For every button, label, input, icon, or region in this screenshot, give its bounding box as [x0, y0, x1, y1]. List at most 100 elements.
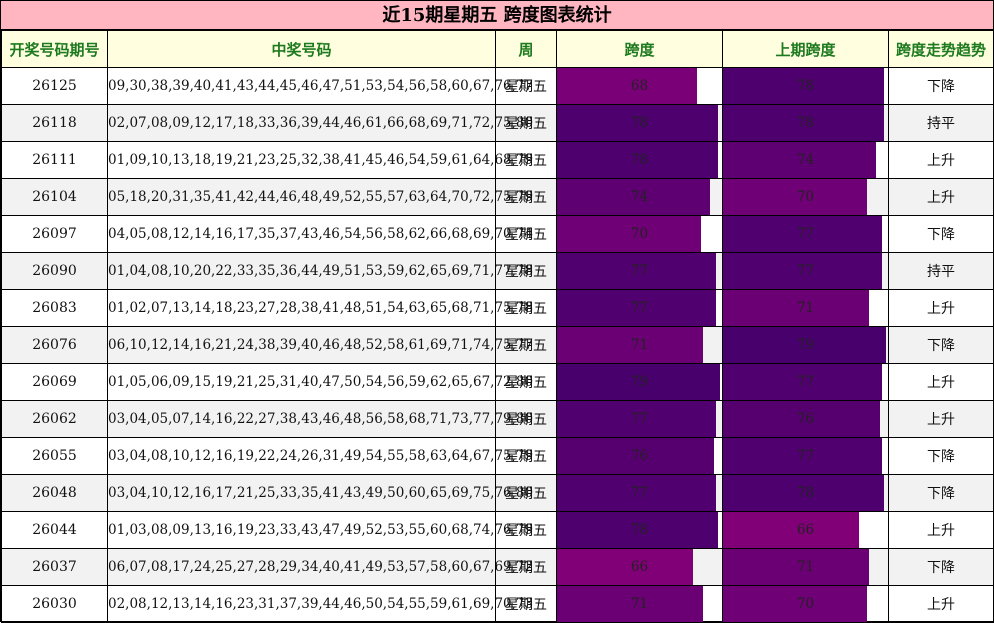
span-cell: 68: [556, 67, 723, 105]
period-cell: 26030: [1, 585, 108, 623]
table-row: 26030 02,08,12,13,14,16,23,31,37,39,44,46…: [1, 585, 994, 623]
trend-cell: 上升: [888, 400, 994, 438]
table-row: 26062 03,04,05,07,14,16,22,27,38,43,46,48…: [1, 400, 994, 438]
numbers-cell: 02,08,12,13,14,16,23,31,37,39,44,46,50,5…: [107, 585, 533, 623]
table-row: 26104 05,18,20,31,35,41,42,44,46,48,49,52…: [1, 178, 994, 216]
table-row: 26037 06,07,08,17,24,25,27,28,29,34,40,41…: [1, 548, 994, 586]
prev-span-cell-value: 70: [796, 189, 815, 205]
prev-span-cell: 76: [722, 400, 889, 438]
period-cell: 26125: [1, 67, 108, 105]
trend-cell: 上升: [888, 511, 994, 549]
span-cell-value: 71: [630, 596, 649, 612]
period-cell: 26055: [1, 437, 108, 475]
week-cell: 星期五: [495, 215, 557, 253]
trend-cell: 持平: [888, 104, 994, 142]
week-cell: 星期五: [495, 363, 557, 401]
prev-span-cell-value: 66: [796, 522, 815, 538]
span-cell: 71: [556, 326, 723, 364]
prev-span-cell: 70: [722, 178, 889, 216]
span-cell-value: 79: [630, 374, 649, 390]
header-prev-span: 上期跨度: [722, 30, 889, 68]
week-cell: 星期五: [495, 585, 557, 623]
span-cell: 77: [556, 289, 723, 327]
table-row: 26118 02,07,08,09,12,17,18,33,36,39,44,46…: [1, 104, 994, 142]
numbers-cell: 01,02,07,13,14,18,23,27,28,38,41,48,51,5…: [107, 289, 533, 327]
span-cell-value: 76: [630, 448, 649, 464]
table-body: 26125 09,30,38,39,40,41,43,44,45,46,47,51…: [1, 67, 994, 623]
prev-span-cell-value: 77: [796, 226, 815, 242]
period-cell: 26083: [1, 289, 108, 327]
week-cell: 星期五: [495, 437, 557, 475]
prev-span-cell-value: 74: [796, 152, 815, 168]
span-cell: 78: [556, 141, 723, 179]
header-trend: 跨度走势趋势: [888, 30, 994, 68]
prev-span-cell: 66: [722, 511, 889, 549]
numbers-cell: 06,10,12,14,16,21,24,38,39,40,46,48,52,5…: [107, 326, 533, 364]
prev-span-cell-value: 78: [796, 78, 815, 94]
prev-span-cell: 71: [722, 548, 889, 586]
week-cell: 星期五: [495, 67, 557, 105]
trend-cell: 上升: [888, 363, 994, 401]
header-row: 开奖号码期号 中奖号码 周 跨度 上期跨度 跨度走势趋势: [1, 30, 994, 68]
table-row: 26125 09,30,38,39,40,41,43,44,45,46,47,51…: [1, 67, 994, 105]
span-cell-value: 78: [630, 522, 649, 538]
span-cell: 78: [556, 511, 723, 549]
table-row: 26083 01,02,07,13,14,18,23,27,28,38,41,48…: [1, 289, 994, 327]
trend-cell: 下降: [888, 215, 994, 253]
prev-span-cell-value: 77: [796, 263, 815, 279]
span-cell-value: 68: [630, 78, 649, 94]
week-cell: 星期五: [495, 474, 557, 512]
table-row: 26069 01,05,06,09,15,19,21,25,31,40,47,50…: [1, 363, 994, 401]
prev-span-cell: 78: [722, 67, 889, 105]
span-cell: 77: [556, 474, 723, 512]
prev-span-cell: 78: [722, 104, 889, 142]
prev-span-cell: 78: [722, 474, 889, 512]
span-cell-value: 71: [630, 337, 649, 353]
table-row: 26090 01,04,08,10,20,22,33,35,36,44,49,51…: [1, 252, 994, 290]
span-cell: 77: [556, 400, 723, 438]
numbers-cell: 01,03,08,09,13,16,19,23,33,43,47,49,52,5…: [107, 511, 533, 549]
prev-span-cell-value: 77: [796, 374, 815, 390]
span-stats-panel: 近15期星期五 跨度图表统计 开奖号码期号 中奖号码 周 跨度 上期跨度 跨度走…: [0, 0, 994, 623]
header-numbers: 中奖号码: [107, 30, 496, 68]
trend-cell: 上升: [888, 289, 994, 327]
span-cell: 74: [556, 178, 723, 216]
prev-span-cell-value: 71: [796, 300, 815, 316]
prev-span-cell-value: 79: [796, 337, 815, 353]
span-cell-value: 74: [630, 189, 649, 205]
prev-span-cell: 77: [722, 437, 889, 475]
numbers-cell: 09,30,38,39,40,41,43,44,45,46,47,51,53,5…: [107, 67, 533, 105]
span-cell: 79: [556, 363, 723, 401]
prev-span-cell: 77: [722, 252, 889, 290]
span-cell-value: 77: [630, 263, 649, 279]
span-cell: 70: [556, 215, 723, 253]
trend-cell: 上升: [888, 585, 994, 623]
numbers-cell: 03,04,10,12,16,17,21,25,33,35,41,43,49,5…: [107, 474, 533, 512]
week-cell: 星期五: [495, 141, 557, 179]
prev-span-cell-bar: [723, 179, 868, 215]
prev-span-cell: 71: [722, 289, 889, 327]
span-cell-value: 77: [630, 485, 649, 501]
prev-span-cell: 74: [722, 141, 889, 179]
week-cell: 星期五: [495, 178, 557, 216]
table-row: 26076 06,10,12,14,16,21,24,38,39,40,46,48…: [1, 326, 994, 364]
period-cell: 26097: [1, 215, 108, 253]
span-cell: 78: [556, 104, 723, 142]
period-cell: 26037: [1, 548, 108, 586]
prev-span-cell-value: 77: [796, 448, 815, 464]
table-row: 26111 01,09,10,13,18,19,21,23,25,32,38,41…: [1, 141, 994, 179]
trend-cell: 下降: [888, 548, 994, 586]
span-cell-value: 70: [630, 226, 649, 242]
week-cell: 星期五: [495, 289, 557, 327]
trend-cell: 持平: [888, 252, 994, 290]
period-cell: 26118: [1, 104, 108, 142]
prev-span-cell-bar: [723, 512, 860, 548]
week-cell: 星期五: [495, 511, 557, 549]
prev-span-cell-value: 70: [796, 596, 815, 612]
period-cell: 26090: [1, 252, 108, 290]
period-cell: 26044: [1, 511, 108, 549]
prev-span-cell: 77: [722, 215, 889, 253]
week-cell: 星期五: [495, 104, 557, 142]
period-cell: 26069: [1, 363, 108, 401]
table-row: 26097 04,05,08,12,14,16,17,35,37,43,46,54…: [1, 215, 994, 253]
